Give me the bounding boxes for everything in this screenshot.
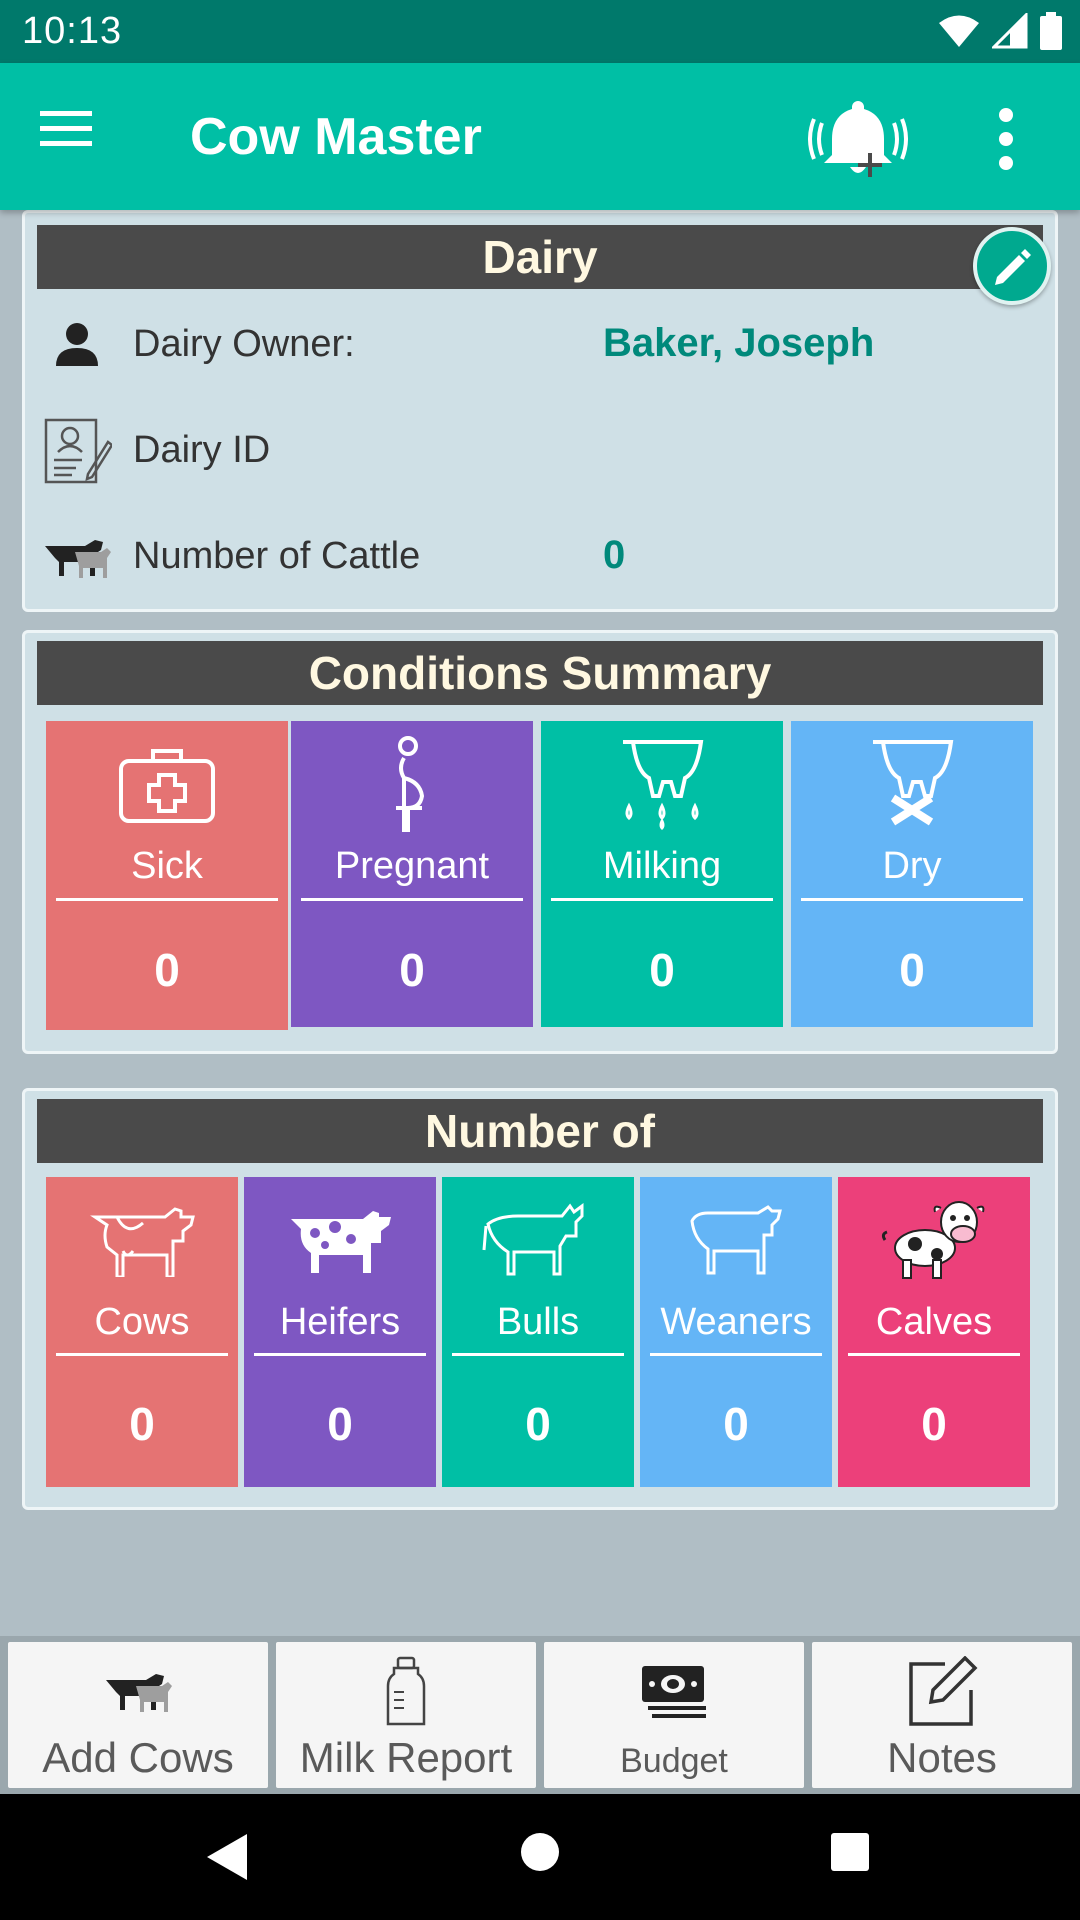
weaner-icon	[640, 1185, 832, 1295]
condition-label: Sick	[131, 845, 203, 887]
number-of-header: Number of	[37, 1099, 1043, 1163]
number-label: Calves	[875, 1301, 993, 1343]
add-cows-button[interactable]: Add Cows	[8, 1642, 268, 1788]
first-aid-kit-icon	[46, 729, 288, 839]
hamburger-menu-icon	[40, 111, 92, 146]
app-bar: Cow Master	[0, 63, 1080, 210]
battery-icon	[1040, 12, 1062, 50]
number-count: 0	[129, 1398, 155, 1450]
milk-bottle-icon	[276, 1652, 536, 1732]
system-navigation-bar	[0, 1794, 1080, 1920]
notes-label: Notes	[887, 1734, 997, 1781]
condition-label: Milking	[602, 845, 722, 887]
status-bar: 10:13	[0, 0, 1080, 63]
udder-milk-icon	[541, 729, 783, 839]
number-label: Heifers	[279, 1301, 401, 1343]
app-title: Cow Master	[190, 108, 482, 166]
number-tile-cows[interactable]: Cows 0	[46, 1177, 238, 1487]
condition-label: Dry	[882, 845, 942, 887]
condition-tile-sick[interactable]: Sick 0	[46, 721, 288, 1030]
more-vertical-icon	[999, 108, 1013, 170]
condition-count: 0	[899, 944, 925, 996]
cattle-icon	[41, 521, 113, 593]
divider	[650, 1353, 822, 1356]
notes-button[interactable]: Notes	[812, 1642, 1072, 1788]
dairy-header: Dairy	[37, 225, 1043, 289]
condition-count: 0	[399, 944, 425, 996]
pencil-icon	[995, 249, 1031, 285]
number-label: Cows	[94, 1301, 190, 1343]
condition-tile-pregnant[interactable]: Pregnant 0	[291, 721, 533, 1027]
dairy-id-row: Dairy ID	[25, 409, 1055, 489]
bull-icon	[442, 1185, 634, 1295]
dairy-owner-row: Dairy Owner: Baker, Joseph	[25, 303, 1055, 383]
number-count: 0	[327, 1398, 353, 1450]
milk-report-label: Milk Report	[299, 1734, 513, 1781]
number-count: 0	[525, 1398, 551, 1450]
condition-tile-dry[interactable]: Dry 0	[791, 721, 1033, 1027]
divider	[551, 898, 773, 901]
wifi-icon	[939, 15, 979, 47]
number-tile-heifers[interactable]: Heifers 0	[244, 1177, 436, 1487]
number-count: 0	[921, 1398, 947, 1450]
dairy-owner-value: Baker, Joseph	[603, 321, 875, 365]
system-icons	[938, 12, 1062, 50]
heifer-icon	[244, 1185, 436, 1295]
conditions-summary-card: Conditions Summary Sick 0 Pregnant 0 Mil…	[22, 630, 1058, 1054]
pregnant-icon	[291, 729, 533, 839]
recents-icon[interactable]	[830, 1832, 870, 1872]
edit-dairy-button[interactable]	[973, 227, 1051, 305]
bell-plus-icon	[808, 101, 908, 177]
dairy-id-label: Dairy ID	[133, 429, 271, 471]
notes-edit-icon	[812, 1652, 1072, 1732]
dairy-owner-label: Dairy Owner:	[133, 323, 355, 365]
milk-report-button[interactable]: Milk Report	[276, 1642, 536, 1788]
number-count: 0	[723, 1398, 749, 1450]
conditions-summary-header: Conditions Summary	[37, 641, 1043, 705]
overflow-menu-button[interactable]	[980, 101, 1032, 181]
calf-icon	[838, 1185, 1030, 1295]
condition-count: 0	[649, 944, 675, 996]
number-tile-weaners[interactable]: Weaners 0	[640, 1177, 832, 1487]
add-reminder-button[interactable]	[808, 93, 908, 183]
status-time: 10:13	[22, 10, 123, 52]
divider	[56, 1353, 228, 1356]
back-icon[interactable]	[205, 1832, 249, 1882]
budget-button[interactable]: Budget	[544, 1642, 804, 1788]
budget-label: Budget	[620, 1742, 728, 1780]
number-of-cattle-value: 0	[603, 533, 626, 577]
condition-count: 0	[154, 944, 180, 996]
number-tile-bulls[interactable]: Bulls 0	[442, 1177, 634, 1487]
home-icon[interactable]	[520, 1832, 560, 1872]
number-of-cattle-label: Number of Cattle	[133, 535, 421, 577]
cow-icon	[46, 1185, 238, 1295]
bottom-navigation: Add Cows Milk Report Budget Notes	[0, 1636, 1080, 1794]
money-icon	[544, 1652, 804, 1732]
number-label: Bulls	[496, 1301, 580, 1343]
number-label: Weaners	[660, 1301, 812, 1343]
id-document-icon	[41, 415, 113, 487]
divider	[254, 1353, 426, 1356]
menu-button[interactable]	[40, 108, 100, 168]
number-tile-calves[interactable]: Calves 0	[838, 1177, 1030, 1487]
dairy-card: Dairy Dairy Owner: Baker, Joseph Dairy I…	[22, 210, 1058, 612]
condition-tile-milking[interactable]: Milking 0	[541, 721, 783, 1027]
divider	[801, 898, 1023, 901]
condition-label: Pregnant	[334, 845, 490, 887]
number-of-cattle-row: Number of Cattle 0	[25, 515, 1055, 595]
divider	[452, 1353, 624, 1356]
person-icon	[41, 309, 113, 381]
signal-icon	[992, 13, 1028, 49]
divider	[56, 898, 278, 901]
cattle-icon	[8, 1652, 268, 1732]
udder-dry-icon	[791, 729, 1033, 839]
add-cows-label: Add Cows	[42, 1734, 234, 1781]
number-of-card: Number of Cows 0 Heifers 0 Bulls 0 Weane…	[22, 1088, 1058, 1510]
divider	[301, 898, 523, 901]
divider	[848, 1353, 1020, 1356]
